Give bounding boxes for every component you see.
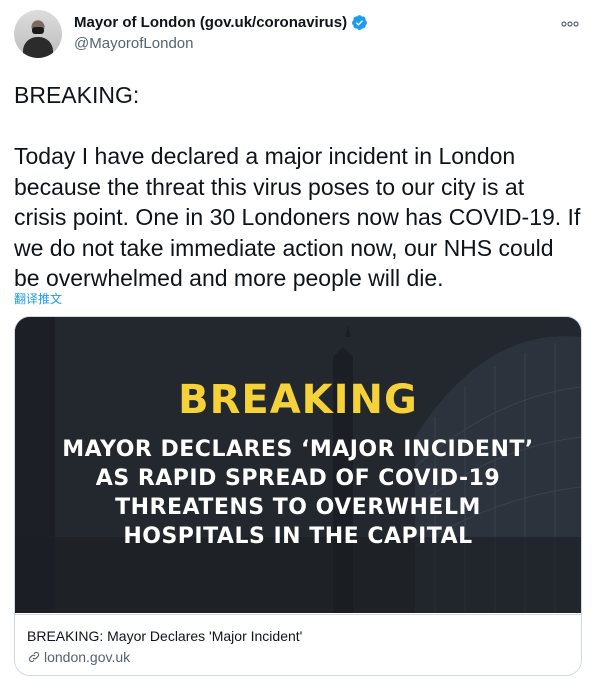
card-image[interactable]: BREAKING MAYOR DECLARES ‘MAJOR INCIDENT’…	[15, 317, 581, 613]
card-domain-row[interactable]: london.gov.uk	[27, 649, 130, 665]
author-name-row[interactable]: Mayor of London (gov.uk/coronavirus)	[74, 14, 368, 31]
more-options-icon[interactable]	[558, 14, 582, 34]
link-icon	[28, 651, 40, 663]
card-title[interactable]: BREAKING: Mayor Declares 'Major Incident…	[27, 628, 302, 644]
card-footer[interactable]: BREAKING: Mayor Declares 'Major Incident…	[15, 614, 581, 675]
avatar[interactable]	[14, 10, 62, 58]
card-image-subhead: MAYOR DECLARES ‘MAJOR INCIDENT’ AS RAPID…	[62, 437, 534, 549]
author-handle[interactable]: @MayorofLondon	[74, 35, 193, 52]
card-image-headline: BREAKING	[178, 377, 418, 423]
translate-tweet-link[interactable]: 翻译推文	[14, 290, 62, 307]
card-domain[interactable]: london.gov.uk	[44, 649, 130, 665]
link-card[interactable]: BREAKING MAYOR DECLARES ‘MAJOR INCIDENT’…	[14, 316, 582, 676]
verified-badge-icon	[352, 15, 367, 30]
author-display-name[interactable]: Mayor of London (gov.uk/coronavirus)	[74, 14, 347, 31]
tweet-header: Mayor of London (gov.uk/coronavirus) @Ma…	[14, 10, 582, 60]
tweet-text: BREAKING: Today I have declared a major …	[14, 82, 581, 291]
